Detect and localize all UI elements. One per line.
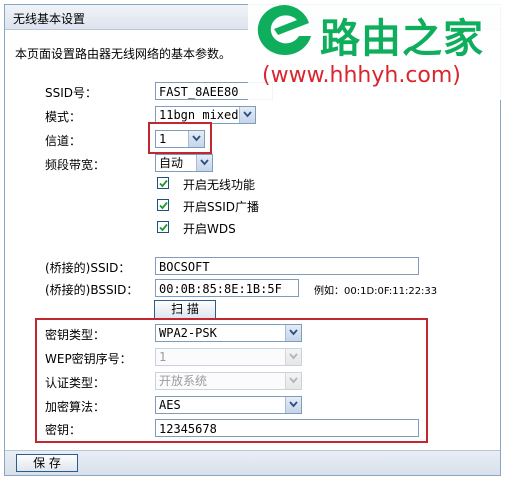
channel-highlight	[148, 122, 212, 154]
scan-button[interactable]: 扫 描	[154, 300, 216, 319]
chevron-down-icon[interactable]	[196, 155, 212, 171]
save-button[interactable]: 保 存	[16, 454, 78, 472]
e-logo-icon	[257, 4, 311, 55]
enable-wireless-label: 开启无线功能	[183, 178, 256, 192]
brand-name: 路由之家	[320, 16, 484, 62]
wep-index-value: 1	[159, 350, 167, 364]
bssid-example-text: 例如：00:1D:0F:11:22:33	[314, 286, 438, 297]
chevron-down-icon[interactable]	[239, 107, 255, 123]
enable-wireless-checkbox[interactable]	[157, 177, 169, 189]
wep-index-select[interactable]: 1	[155, 348, 302, 366]
chevron-down-icon[interactable]	[285, 349, 301, 365]
enable-wds-label: 开启WDS	[183, 222, 236, 236]
footer-bar: 保 存	[5, 450, 500, 475]
encryption-select[interactable]: AES	[155, 396, 302, 414]
key-input[interactable]: 12345678	[155, 419, 419, 437]
mode-label: 模式：	[45, 110, 82, 124]
bridge-bssid-label: (桥接的)BSSID：	[45, 283, 139, 297]
checkmark-icon	[159, 201, 168, 210]
page-title: 无线基本设置	[13, 12, 86, 26]
auth-type-value: 开放系统	[159, 374, 208, 388]
watermark-logo: 路由之家 (www.hhhyh.com)	[248, 0, 505, 100]
chevron-down-icon[interactable]	[285, 325, 301, 341]
bandwidth-select[interactable]: 自动	[155, 154, 213, 172]
checkmark-icon	[159, 179, 168, 188]
bridge-ssid-label: (桥接的)SSID：	[45, 261, 131, 275]
chevron-down-icon[interactable]	[285, 373, 301, 389]
bandwidth-label: 频段带宽：	[45, 158, 106, 172]
encryption-label: 加密算法：	[45, 400, 106, 414]
enable-ssid-broadcast-checkbox[interactable]	[157, 199, 169, 211]
channel-label: 信道：	[45, 134, 82, 148]
watermark-url: (www.hhhyh.com)	[262, 63, 461, 88]
encryption-value: AES	[159, 398, 181, 412]
wep-index-label: WEP密钥序号：	[45, 352, 132, 366]
key-type-value: WPA2-PSK	[159, 326, 217, 340]
auth-type-label: 认证类型：	[45, 376, 106, 390]
chevron-down-icon[interactable]	[285, 397, 301, 413]
intro-text: 本页面设置路由器无线网络的基本参数。	[15, 47, 232, 61]
checkmark-icon	[159, 223, 168, 232]
enable-wds-checkbox[interactable]	[157, 221, 169, 233]
ssid-label: SSID号：	[45, 86, 98, 100]
enable-ssid-broadcast-label: 开启SSID广播	[183, 200, 260, 214]
mode-value: 11bgn mixed	[159, 108, 239, 122]
key-type-select[interactable]: WPA2-PSK	[155, 324, 302, 342]
bridge-bssid-input[interactable]: 00:0B:85:8E:1B:5F	[155, 279, 299, 297]
key-type-label: 密钥类型：	[45, 328, 106, 342]
auth-type-select[interactable]: 开放系统	[155, 372, 302, 390]
key-label: 密钥：	[45, 423, 82, 437]
bandwidth-value: 自动	[159, 156, 184, 170]
bridge-ssid-input[interactable]: BOCSOFT	[155, 257, 419, 275]
